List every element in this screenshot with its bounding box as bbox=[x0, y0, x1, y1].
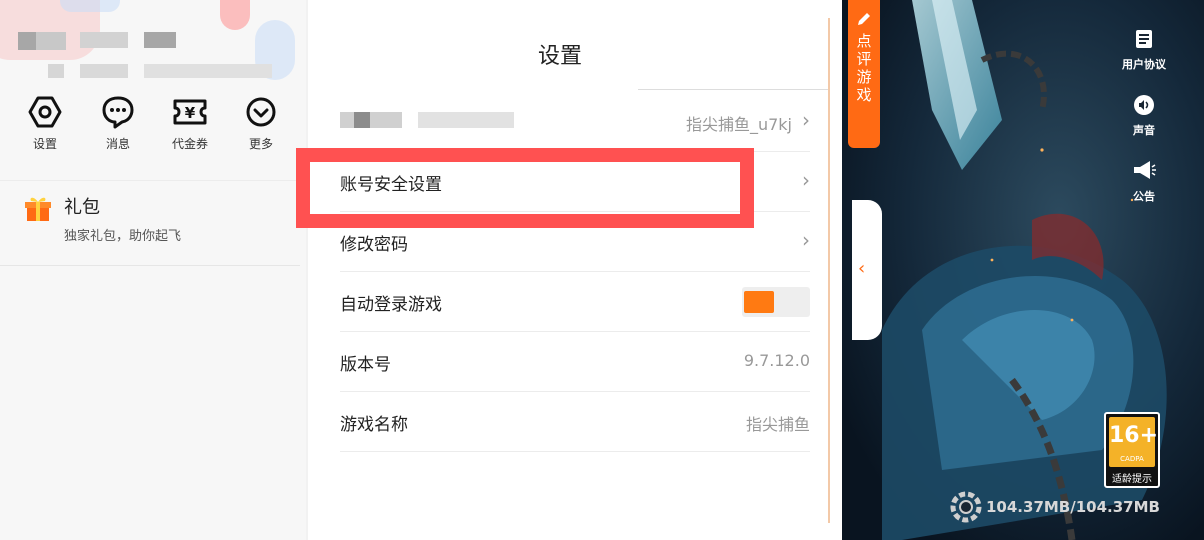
gift-icon bbox=[25, 197, 51, 221]
page-title: 设置 bbox=[537, 44, 582, 69]
redacted-info bbox=[80, 64, 128, 78]
settings-shortcut-label: 设置 bbox=[32, 137, 57, 151]
redacted-account-label bbox=[340, 112, 402, 128]
auto-login-label: 自动登录游戏 bbox=[340, 295, 442, 315]
review-tab-char: 评 bbox=[856, 50, 872, 68]
change-password-label: 修改密码 bbox=[340, 235, 408, 255]
document-icon bbox=[1136, 30, 1152, 48]
game-background-area: 点 评 游 戏 ‹ 用户协议 声音 公告 16+ CADPA 适龄提示 104.… bbox=[842, 0, 1204, 540]
sound-button[interactable]: 声音 bbox=[1112, 94, 1176, 138]
review-game-tab[interactable]: 点 评 游 戏 bbox=[848, 0, 880, 148]
age-rating-panel: 16+ CADPA bbox=[1109, 417, 1159, 467]
messages-shortcut[interactable]: 消息 bbox=[88, 95, 148, 152]
notice-button[interactable]: 公告 bbox=[1112, 158, 1176, 204]
game-name-row: 游戏名称 指尖捕鱼 bbox=[340, 392, 810, 452]
account-security-label: 账号安全设置 bbox=[340, 175, 442, 195]
game-name-label: 游戏名称 bbox=[340, 415, 408, 435]
chevron-right-icon: › bbox=[802, 108, 810, 132]
redacted-info bbox=[144, 64, 272, 78]
change-password-row[interactable]: 修改密码 › bbox=[340, 212, 810, 272]
gift-pack-entry[interactable]: 礼包 独家礼包，助你起飞 bbox=[0, 180, 300, 266]
more-shortcut[interactable]: 更多 bbox=[231, 95, 291, 152]
gift-title: 礼包 bbox=[64, 197, 100, 218]
redacted-avatar bbox=[36, 32, 66, 50]
more-shortcut-label: 更多 bbox=[248, 137, 273, 151]
age-rating-number: 16+ bbox=[1109, 423, 1159, 448]
age-rating-badge: 16+ CADPA 适龄提示 bbox=[1104, 412, 1160, 488]
age-rating-org: CADPA bbox=[1120, 455, 1144, 463]
blurred-decoration bbox=[220, 0, 250, 30]
redacted-avatar bbox=[18, 32, 36, 50]
notice-label: 公告 bbox=[1133, 190, 1155, 203]
chevron-circle-icon bbox=[246, 97, 276, 127]
redacted-name bbox=[80, 32, 128, 48]
hexagon-settings-icon bbox=[28, 96, 62, 128]
blurred-decoration bbox=[60, 0, 120, 12]
messages-shortcut-label: 消息 bbox=[105, 137, 130, 151]
review-tab-char: 戏 bbox=[856, 86, 872, 104]
user-agreement-label: 用户协议 bbox=[1122, 58, 1166, 71]
panel-edge-line bbox=[828, 18, 830, 523]
redacted-info bbox=[48, 64, 64, 78]
quick-icon-row: 设置 消息 ¥ 代金券 更多 bbox=[0, 95, 306, 155]
download-progress-text: 104.37MB/104.37MB bbox=[986, 498, 1160, 516]
version-label: 版本号 bbox=[340, 355, 391, 375]
chat-bubble-icon bbox=[102, 96, 134, 129]
user-agreement-button[interactable]: 用户协议 bbox=[1112, 28, 1176, 72]
download-progress-icon bbox=[950, 491, 982, 523]
sound-label: 声音 bbox=[1133, 124, 1155, 137]
account-name-value: 指尖捕鱼_u7kj bbox=[685, 115, 792, 134]
chevron-right-icon: › bbox=[802, 168, 810, 192]
svg-text:¥: ¥ bbox=[185, 104, 196, 122]
ticket-yen-icon: ¥ bbox=[173, 99, 207, 125]
auto-login-row: 自动登录游戏 bbox=[340, 272, 810, 332]
settings-shortcut[interactable]: 设置 bbox=[15, 95, 75, 152]
account-security-row[interactable]: 账号安全设置 › bbox=[340, 152, 810, 212]
pencil-icon bbox=[858, 13, 870, 25]
collapse-panel-button[interactable]: ‹ bbox=[852, 200, 882, 340]
chevron-left-icon: ‹ bbox=[858, 258, 866, 279]
vouchers-shortcut[interactable]: ¥ 代金券 bbox=[160, 95, 220, 152]
title-divider bbox=[638, 89, 830, 90]
age-rating-text: 适龄提示 bbox=[1112, 474, 1152, 485]
vouchers-shortcut-label: 代金券 bbox=[171, 137, 208, 151]
toggle-knob bbox=[744, 291, 774, 313]
chevron-right-icon: › bbox=[802, 228, 810, 252]
speaker-icon bbox=[1134, 95, 1154, 115]
review-tab-char: 点 bbox=[856, 32, 872, 50]
account-row[interactable]: 指尖捕鱼_u7kj › bbox=[340, 92, 810, 152]
megaphone-icon bbox=[1134, 161, 1156, 179]
redacted-name bbox=[144, 32, 176, 48]
redacted-account-label bbox=[354, 112, 370, 128]
version-value: 9.7.12.0 bbox=[743, 351, 810, 370]
review-tab-char: 游 bbox=[856, 68, 872, 86]
game-name-value: 指尖捕鱼 bbox=[745, 415, 810, 434]
gift-subtitle: 独家礼包，助你起飞 bbox=[64, 229, 182, 244]
auto-login-toggle[interactable] bbox=[742, 287, 810, 317]
settings-panel: 设置 指尖捕鱼_u7kj › 账号安全设置 › 修改密码 › 自动登录游戏 版本… bbox=[308, 0, 842, 540]
version-row: 版本号 9.7.12.0 bbox=[340, 332, 810, 392]
left-panel: 设置 消息 ¥ 代金券 更多 礼包 独家礼包，助你起飞 bbox=[0, 0, 306, 540]
redacted-account-label bbox=[418, 112, 514, 128]
